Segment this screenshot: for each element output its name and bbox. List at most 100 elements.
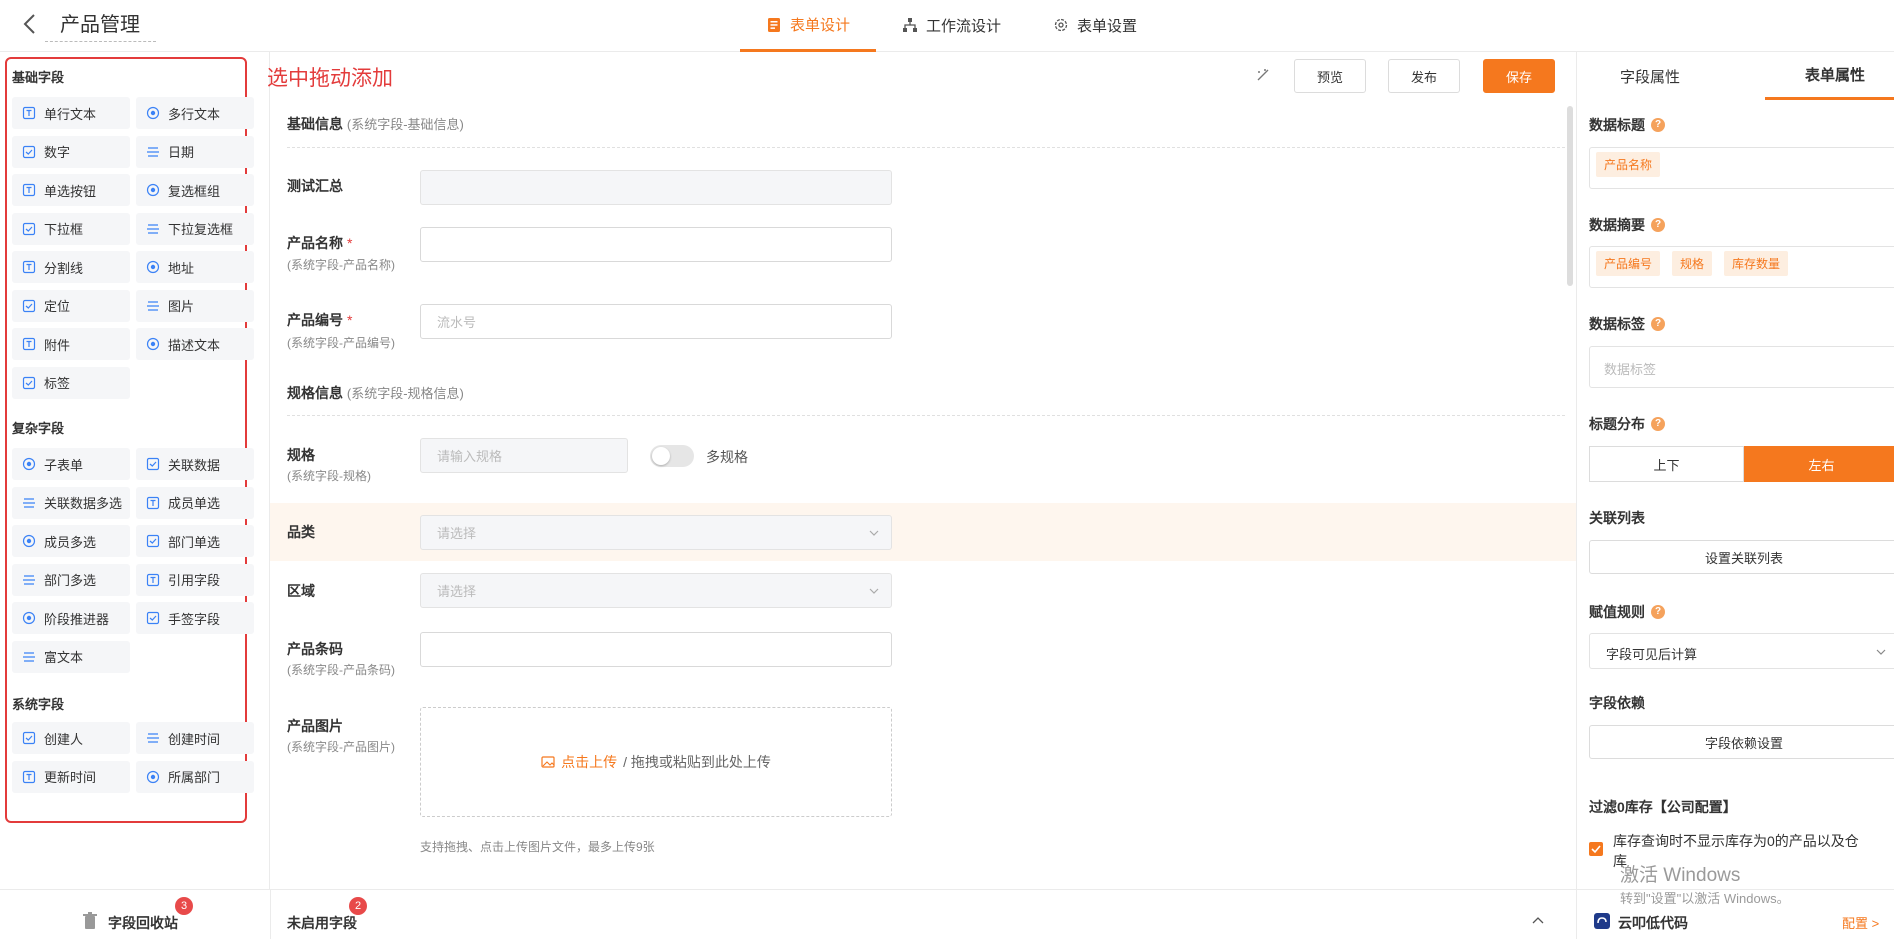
back-arrow-icon[interactable] <box>20 12 40 36</box>
recycle-bin-button[interactable]: 字段回收站 <box>108 913 178 933</box>
group-spec-info-note: (系统字段-规格信息) <box>346 386 464 401</box>
palette-field-item[interactable]: 更新时间 <box>12 760 130 793</box>
help-icon[interactable]: ? <box>1651 605 1665 619</box>
tag: 规格 <box>1672 251 1713 276</box>
palette-field-item[interactable]: 单行文本 <box>12 97 130 129</box>
palette-field-item[interactable]: 子表单 <box>12 448 130 480</box>
palette-field-item[interactable]: 附件 <box>12 328 130 360</box>
data-summary-box[interactable]: 产品编号 规格 库存数量 <box>1589 246 1894 288</box>
field-type-icon <box>147 733 159 743</box>
palette-field-item[interactable]: 地址 <box>136 251 254 283</box>
palette-field-item[interactable]: 关联数据 <box>136 448 254 480</box>
layout-option-top-bottom[interactable]: 上下 <box>1589 446 1744 482</box>
help-icon[interactable]: ? <box>1651 218 1665 232</box>
area-select[interactable]: 请选择 <box>420 573 892 608</box>
palette-field-item[interactable]: 多行文本 <box>136 97 254 129</box>
palette-field-item[interactable]: 关联数据多选 <box>12 486 130 519</box>
field-type-icon <box>146 534 160 548</box>
related-list-label: 关联列表 <box>1589 510 1645 526</box>
palette-field-item[interactable]: 分割线 <box>12 251 130 283</box>
tab-form-properties[interactable]: 表单属性 <box>1765 52 1894 100</box>
palette-field-item[interactable]: 引用字段 <box>136 563 254 596</box>
field-barcode-label: 产品条码 <box>287 641 343 657</box>
layout-option-left-right[interactable]: 左右 <box>1744 446 1894 482</box>
image-upload-area[interactable]: 点击上传 / 拖拽或粘贴到此处上传 <box>420 707 892 817</box>
field-type-icon <box>22 106 36 120</box>
magic-wand-icon[interactable] <box>1256 68 1270 82</box>
palette-field-label: 描述文本 <box>168 337 221 353</box>
palette-field-item[interactable]: 下拉框 <box>12 212 130 245</box>
multi-spec-toggle[interactable] <box>650 445 694 467</box>
config-link[interactable]: 配置 > <box>1842 913 1879 932</box>
set-related-list-button[interactable]: 设置关联列表 <box>1589 540 1894 574</box>
group-basic-info-title: 基础信息 <box>287 116 343 132</box>
category-select[interactable]: 请选择 <box>420 515 892 550</box>
palette-field-item[interactable]: 阶段推进器 <box>12 602 130 634</box>
palette-field-item[interactable]: 定位 <box>12 289 130 322</box>
palette-field-label: 部门多选 <box>44 573 97 588</box>
unused-fields-label[interactable]: 未启用字段 <box>287 913 357 933</box>
field-type-icon <box>146 337 160 351</box>
palette-field-item[interactable]: 部门多选 <box>12 563 130 596</box>
palette-field-item[interactable]: 下拉复选框 <box>136 212 254 245</box>
product-name-input[interactable] <box>420 227 892 262</box>
field-type-icon <box>147 300 159 311</box>
recycle-count-badge: 3 <box>175 897 193 915</box>
palette-field-item[interactable]: 日期 <box>136 135 254 168</box>
field-type-icon <box>22 731 36 745</box>
palette-field-item[interactable]: 手签字段 <box>136 602 254 634</box>
tab-workflow-design[interactable]: 工作流设计 <box>876 0 1027 50</box>
field-spec-label: 规格 <box>287 447 315 463</box>
palette-field-item[interactable]: 描述文本 <box>136 328 254 360</box>
product-code-input[interactable]: 流水号 <box>420 304 892 339</box>
field-type-icon <box>22 457 36 471</box>
publish-button[interactable]: 发布 <box>1388 59 1460 93</box>
title-layout-segment: 上下 左右 <box>1589 446 1894 482</box>
palette-field-item[interactable]: 所属部门 <box>136 760 254 793</box>
data-title-box[interactable]: 产品名称 <box>1589 147 1894 189</box>
palette-field-item[interactable]: 数字 <box>12 135 130 168</box>
palette-field-label: 多行文本 <box>168 106 221 122</box>
top-tabs: 表单设计 工作流设计 表单设置 <box>740 0 1163 52</box>
palette-field-item[interactable]: 富文本 <box>12 640 130 673</box>
field-total-input[interactable] <box>420 170 892 205</box>
field-type-icon <box>22 770 36 783</box>
unused-count-badge: 2 <box>349 897 367 915</box>
palette-field-label: 单选按钮 <box>44 183 97 199</box>
data-title-label: 数据标题? <box>1589 115 1665 135</box>
section-basic-fields: 基础字段 <box>12 70 65 85</box>
field-type-icon <box>146 573 160 586</box>
help-icon[interactable]: ? <box>1651 317 1665 331</box>
help-icon[interactable]: ? <box>1651 118 1665 132</box>
palette-field-item[interactable]: 复选框组 <box>136 174 254 206</box>
save-button[interactable]: 保存 <box>1483 59 1555 93</box>
area-placeholder: 请选择 <box>437 584 477 599</box>
field-type-icon <box>147 223 159 234</box>
palette-field-label: 下拉复选框 <box>168 222 234 237</box>
preview-button[interactable]: 预览 <box>1294 59 1366 93</box>
palette-field-item[interactable]: 部门单选 <box>136 525 254 557</box>
spec-input[interactable]: 请输入规格 <box>420 438 628 473</box>
palette-field-item[interactable]: 图片 <box>136 289 254 322</box>
palette-field-item[interactable]: 单选按钮 <box>12 174 130 206</box>
palette-field-item[interactable]: 标签 <box>12 366 130 399</box>
palette-field-item[interactable]: 成员多选 <box>12 525 130 557</box>
field-dependency-button[interactable]: 字段依赖设置 <box>1589 725 1894 759</box>
palette-field-item[interactable]: 成员单选 <box>136 486 254 519</box>
palette-field-item[interactable]: 创建人 <box>12 722 130 754</box>
chevron-up-icon[interactable] <box>1532 915 1544 925</box>
barcode-input[interactable] <box>420 632 892 667</box>
tab-form-design[interactable]: 表单设计 <box>740 0 877 52</box>
filter-zero-stock-checkbox[interactable] <box>1589 842 1603 856</box>
palette-field-item[interactable]: 创建时间 <box>136 722 254 754</box>
scrollbar[interactable] <box>1567 106 1573 286</box>
help-icon[interactable]: ? <box>1651 417 1665 431</box>
upload-link[interactable]: 点击上传 <box>561 752 617 772</box>
data-tag-input[interactable]: 数据标签 <box>1589 346 1894 388</box>
tab-field-properties[interactable]: 字段属性 <box>1580 52 1720 100</box>
assign-rule-select[interactable]: 字段可见后计算 <box>1589 633 1894 669</box>
tab-form-settings[interactable]: 表单设置 <box>1027 0 1163 50</box>
brand-name: 云叩低代码 <box>1618 915 1688 931</box>
data-title-label-text: 数据标题 <box>1589 117 1645 133</box>
palette-field-label: 标签 <box>44 376 71 391</box>
